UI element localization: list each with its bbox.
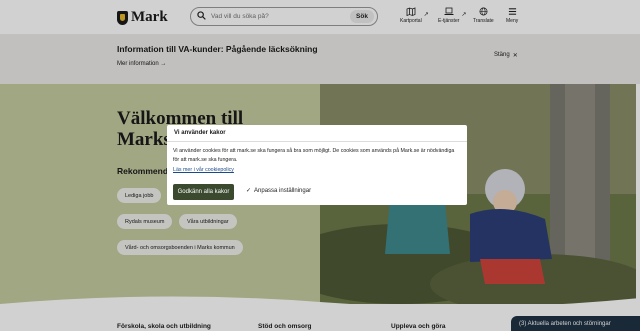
cookie-policy-link[interactable]: Läs mer i vår cookiepolicy	[173, 167, 234, 173]
accept-all-cookies-button[interactable]: Godkänn alla kakor	[173, 184, 234, 200]
customize-settings-label: Anpassa inställningar	[254, 187, 312, 194]
settings-check-icon: ✓	[246, 188, 252, 194]
customize-settings-button[interactable]: ✓ Anpassa inställningar	[246, 187, 312, 195]
divider	[167, 141, 467, 142]
cookie-dialog-text: Vi använder cookies för att mark.se ska …	[173, 148, 455, 163]
cookie-dialog-title: Vi använder kakor	[174, 130, 226, 136]
cookie-dialog: Vi använder kakor Vi använder cookies fö…	[167, 125, 467, 205]
